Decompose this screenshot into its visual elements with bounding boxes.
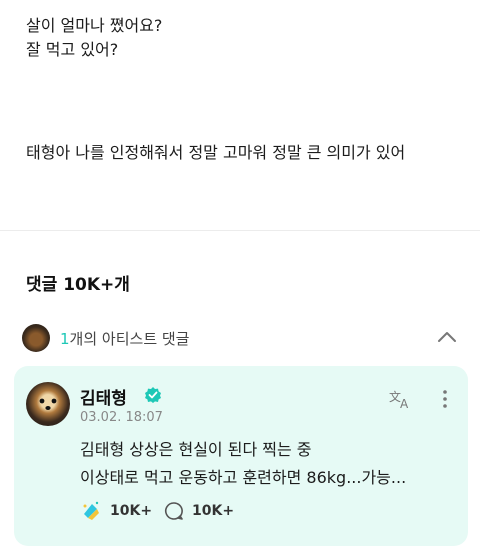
artist-comment-count: 1 (60, 330, 70, 348)
post-line: 살이 얼마나 쪘어요? (26, 16, 163, 35)
artist-comments-text: 개의 아티스트 댓글 (69, 330, 190, 348)
svg-text:A: A (400, 397, 409, 410)
comment-date: 03.02. 18:07 (80, 410, 163, 425)
comment-icon (165, 502, 183, 520)
artist-comments-toggle[interactable]: 1개의 아티스트 댓글 (22, 322, 462, 354)
translate-icon[interactable]: 文 A (388, 388, 414, 410)
comments-header: 댓글 10K+개 (26, 275, 130, 295)
avatar (22, 324, 50, 352)
artist-comments-label: 1개의 아티스트 댓글 (60, 328, 189, 349)
comment-line: 김태형 상상은 현실이 된다 찍는 중 (80, 440, 312, 459)
divider (0, 230, 480, 231)
author-name[interactable]: 김태형 (80, 384, 127, 409)
reply-button[interactable]: 10K+ (164, 500, 234, 522)
chevron-up-icon[interactable] (436, 326, 458, 348)
verified-badge-icon (145, 387, 161, 403)
more-vertical-icon[interactable] (438, 388, 452, 410)
post-line: 잘 먹고 있어? (26, 40, 119, 59)
cheer-button[interactable]: 10K+ (80, 500, 152, 522)
artist-comment-card: 김태형 03.02. 18:07 文 A 김태형 상상은 현실이 된다 찍는 중… (14, 366, 468, 546)
cheer-icon (83, 501, 99, 520)
author-avatar[interactable] (26, 382, 70, 426)
cheer-count: 10K+ (110, 503, 153, 519)
reply-count: 10K+ (192, 503, 235, 519)
post-line: 태형아 나를 인정해줘서 정말 고마워 정말 큰 의미가 있어 (26, 143, 406, 162)
comment-line: 이상태로 먹고 운동하고 훈련하면 86kg...가능... (80, 468, 407, 487)
